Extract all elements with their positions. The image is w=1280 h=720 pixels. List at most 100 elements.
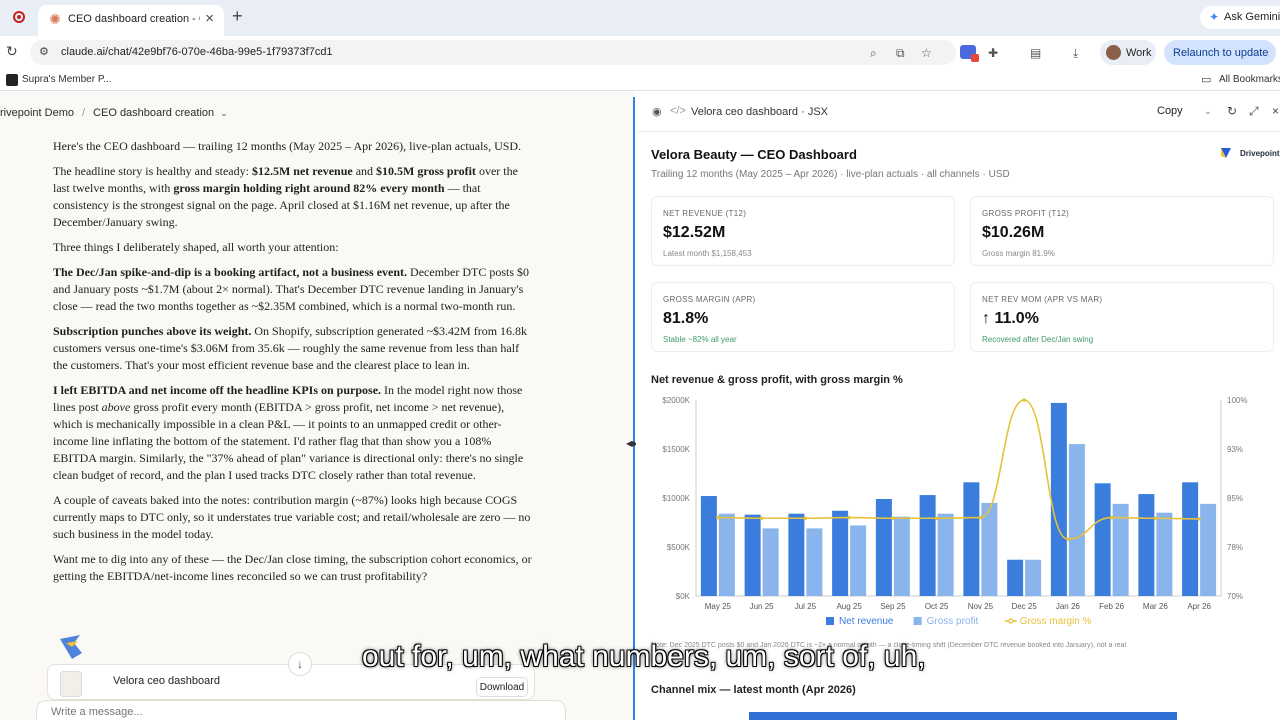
bookmark-item[interactable]: Supra's Member P... xyxy=(22,74,112,85)
legend-swatch xyxy=(913,617,922,625)
artifact-pane: ◉ </> Velora ceo dashboard · JSX Copy ⌄ … xyxy=(636,92,1280,720)
bar-net-revenue xyxy=(700,496,717,596)
breadcrumb-conversation[interactable]: CEO dashboard creation xyxy=(93,107,214,119)
kpi-note: Latest month $1,158,453 xyxy=(663,249,752,258)
recording-icon[interactable] xyxy=(13,11,25,23)
tab-close-icon[interactable]: × xyxy=(205,10,214,27)
text: Here's the CEO dashboard — trailing 12 m… xyxy=(53,139,522,153)
bold-text: I left EBITDA and net income off the hea… xyxy=(53,383,382,397)
extension-icon[interactable] xyxy=(960,45,979,62)
y-tick-label-left: $1500K xyxy=(662,445,690,454)
bar-gross-profit xyxy=(806,528,823,596)
side-panel-icon[interactable]: ▤ xyxy=(1030,46,1041,60)
downloads-icon[interactable]: ⤓ xyxy=(1073,46,1078,61)
artifact-type: JSX xyxy=(807,106,828,118)
breadcrumb-project[interactable]: rivepoint Demo xyxy=(0,107,74,119)
relaunch-button[interactable]: Relaunch to update xyxy=(1164,40,1276,65)
gemini-sparkle-icon: ✦ xyxy=(1209,10,1220,24)
message-paragraph: The Dec/Jan spike-and-dip is a booking a… xyxy=(53,264,535,315)
extensions-puzzle-icon[interactable]: ✚ xyxy=(988,46,998,60)
bar-gross-profit xyxy=(1025,559,1042,596)
bookmark-star-icon[interactable]: ☆ xyxy=(921,46,932,60)
message-input[interactable] xyxy=(51,706,451,718)
message-paragraph: The headline story is healthy and steady… xyxy=(53,163,535,231)
point-gross-margin xyxy=(891,516,895,521)
preview-eye-icon[interactable]: ◉ xyxy=(652,105,662,118)
y-tick-label-left: $2000K xyxy=(662,396,690,405)
point-gross-margin xyxy=(934,516,939,521)
x-tick-label: Nov 25 xyxy=(968,602,994,611)
refresh-icon[interactable]: ↻ xyxy=(1227,104,1237,118)
bold-text: $12.5M net revenue xyxy=(251,164,353,178)
kpi-note: Recovered after Dec/Jan swing xyxy=(982,335,1094,344)
x-tick-label: Mar 26 xyxy=(1143,602,1168,611)
point-gross-margin xyxy=(759,516,764,521)
bar-net-revenue xyxy=(832,510,849,596)
browser-tab-strip: ✺ CEO dashboard creation - Cl × + ✦ Ask … xyxy=(0,0,1280,36)
pane-divider[interactable] xyxy=(633,97,635,720)
point-gross-margin xyxy=(1109,515,1114,520)
y-tick-label-left: $0K xyxy=(676,592,691,601)
bar-net-revenue xyxy=(875,498,892,596)
profile-button[interactable]: Work xyxy=(1100,40,1156,65)
x-tick-label: Aug 25 xyxy=(836,602,862,611)
bar-gross-profit xyxy=(1068,444,1085,596)
point-gross-margin xyxy=(1022,398,1026,402)
all-bookmarks-link[interactable]: All Bookmarks xyxy=(1219,74,1280,85)
point-gross-margin xyxy=(1197,517,1201,521)
chevron-down-icon[interactable]: ⌄ xyxy=(1204,106,1212,117)
point-gross-margin xyxy=(1153,516,1158,521)
y-tick-label-right: 100% xyxy=(1227,396,1247,405)
kpi-label: NET REV MOM (APR VS MAR) xyxy=(982,295,1103,304)
ask-gemini-button[interactable]: ✦ Ask Gemini xyxy=(1200,6,1280,29)
legend-swatch xyxy=(826,617,834,625)
bar-gross-profit xyxy=(1200,503,1217,596)
chevron-down-icon[interactable]: ⌄ xyxy=(220,108,228,118)
scroll-down-icon[interactable]: ↓ xyxy=(288,652,312,676)
expand-icon[interactable]: ⤢ xyxy=(1249,104,1259,119)
x-tick-label: Jun 25 xyxy=(750,602,775,611)
artifact-title: Velora ceo dashboard · JSX xyxy=(691,106,828,118)
kpi-label: GROSS MARGIN (APR) xyxy=(663,295,756,304)
dashboard-subtitle: Trailing 12 months (May 2025 – Apr 2026)… xyxy=(651,169,1010,180)
kpi-note: Gross margin 81.9% xyxy=(982,249,1055,258)
x-tick-label: Dec 25 xyxy=(1011,602,1037,611)
chat-pane: rivepoint Demo / CEO dashboard creation ⌄ H… xyxy=(0,92,634,720)
browser-toolbar: ↻ ⚙ claude.ai/chat/42e9bf76-070e-46ba-99… xyxy=(0,36,1280,69)
address-bar[interactable]: ⚙ claude.ai/chat/42e9bf76-070e-46ba-99e5… xyxy=(30,40,956,65)
bar-gross-profit xyxy=(1156,512,1173,596)
drivepoint-logo-icon xyxy=(1221,148,1231,158)
kpi-value: $12.52M xyxy=(663,224,726,241)
browser-tab-active[interactable]: ✺ CEO dashboard creation - Cl × xyxy=(38,5,224,36)
copy-button[interactable]: Copy xyxy=(1157,105,1183,117)
artifact-name: Velora ceo dashboard xyxy=(691,106,799,118)
kpi-card-net-revenue: NET REVENUE (T12) $12.52M Latest month $… xyxy=(651,196,955,266)
close-icon[interactable]: × xyxy=(1272,104,1279,118)
install-app-icon[interactable]: ⧉ xyxy=(896,46,905,61)
bookmarks-bar: Supra's Member P... ▭ All Bookmarks xyxy=(0,69,1280,91)
profile-label: Work xyxy=(1126,47,1152,59)
kpi-value: $10.26M xyxy=(982,224,1045,241)
new-tab-icon[interactable]: + xyxy=(232,6,243,27)
y-tick-label-left: $1000K xyxy=(662,494,690,503)
code-view-icon[interactable]: </> xyxy=(670,105,686,117)
bookmark-favicon-icon xyxy=(6,74,18,86)
message-composer[interactable] xyxy=(36,700,566,720)
download-button[interactable]: Download xyxy=(476,677,528,697)
message-paragraph: Three things I deliberately shaped, all … xyxy=(53,239,535,256)
bar-net-revenue xyxy=(1007,559,1024,596)
text: and xyxy=(352,164,377,178)
kpi-card-gross-profit: GROSS PROFIT (T12) $10.26M Gross margin … xyxy=(970,196,1274,266)
bar-gross-profit xyxy=(850,525,867,596)
channel-mix-bar xyxy=(749,712,1177,720)
folder-icon: ▭ xyxy=(1201,74,1212,86)
kpi-label: NET REVENUE (T12) xyxy=(663,209,747,218)
y-tick-label-right: 85% xyxy=(1227,494,1243,503)
point-gross-margin xyxy=(978,515,983,520)
reload-icon[interactable]: ↻ xyxy=(6,43,18,60)
bar-net-revenue xyxy=(1182,482,1199,596)
legend-label: Gross margin % xyxy=(1020,616,1092,627)
brand-name: Drivepoint xyxy=(1240,149,1280,158)
site-settings-icon[interactable]: ⚙ xyxy=(39,45,49,58)
zoom-icon[interactable]: ⌕ xyxy=(870,46,877,61)
